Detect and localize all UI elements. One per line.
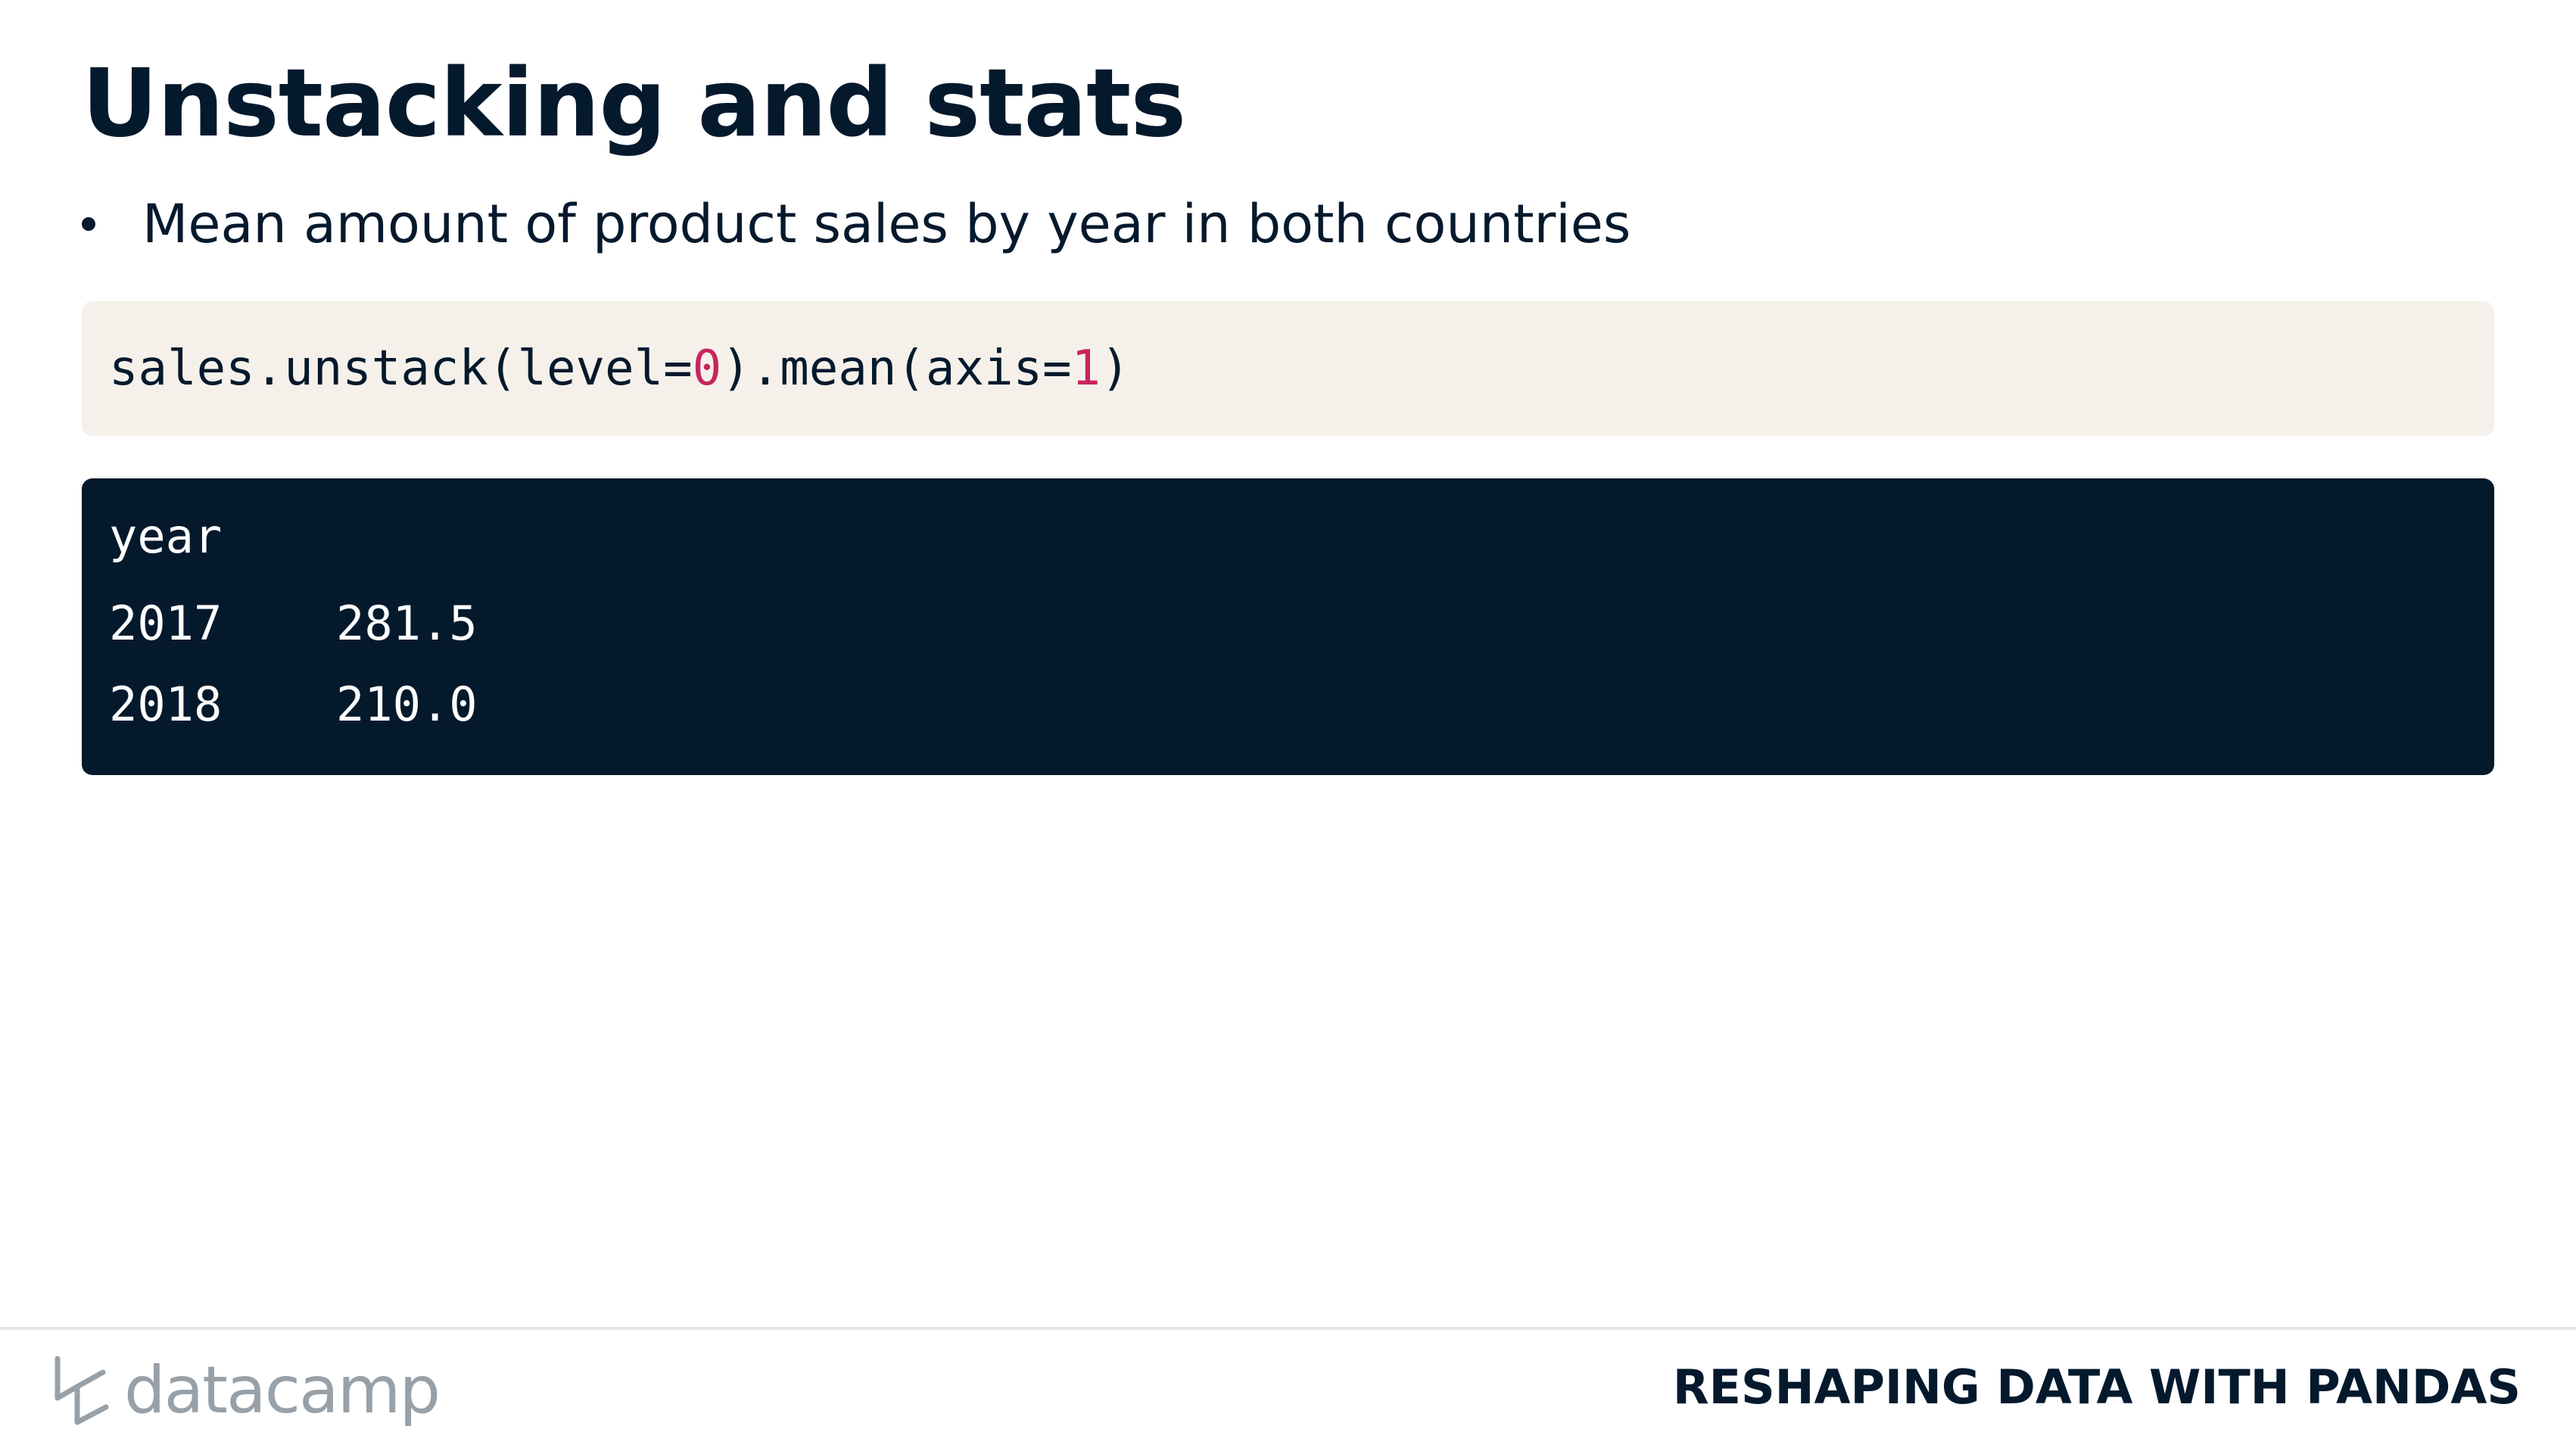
logo-text: datacamp xyxy=(124,1353,441,1428)
code-number-literal: 0 xyxy=(692,341,722,397)
code-segment: sales.unstack(level= xyxy=(109,341,693,397)
slide-title: Unstacking and stats xyxy=(82,49,1186,158)
course-title: RESHAPING DATA WITH PANDAS xyxy=(1672,1359,2521,1415)
output-row: 2017 281.5 xyxy=(109,583,2467,664)
bullet-dot-icon xyxy=(82,217,95,231)
code-input-block: sales.unstack(level= 0).mean(axis= 1) xyxy=(82,301,2494,436)
code-segment: ).mean(axis= xyxy=(721,341,1072,397)
bullet-text: Mean amount of product sales by year in … xyxy=(142,193,1631,255)
datacamp-logo-icon xyxy=(55,1356,109,1425)
bullet-point: Mean amount of product sales by year in … xyxy=(82,192,1631,256)
output-row: 2018 210.0 xyxy=(109,664,2467,745)
output-year: 2017 xyxy=(109,596,223,651)
output-value: 210.0 xyxy=(336,677,478,732)
datacamp-logo: datacamp xyxy=(53,1349,441,1432)
code-segment: ) xyxy=(1101,341,1130,397)
footer-divider xyxy=(0,1327,2576,1330)
output-value: 281.5 xyxy=(336,596,478,651)
code-number-literal: 1 xyxy=(1071,341,1101,397)
output-year: 2018 xyxy=(109,677,223,732)
output-header: year xyxy=(109,509,223,564)
code-output-block: year 2017 281.5 2018 210.0 xyxy=(82,478,2494,775)
